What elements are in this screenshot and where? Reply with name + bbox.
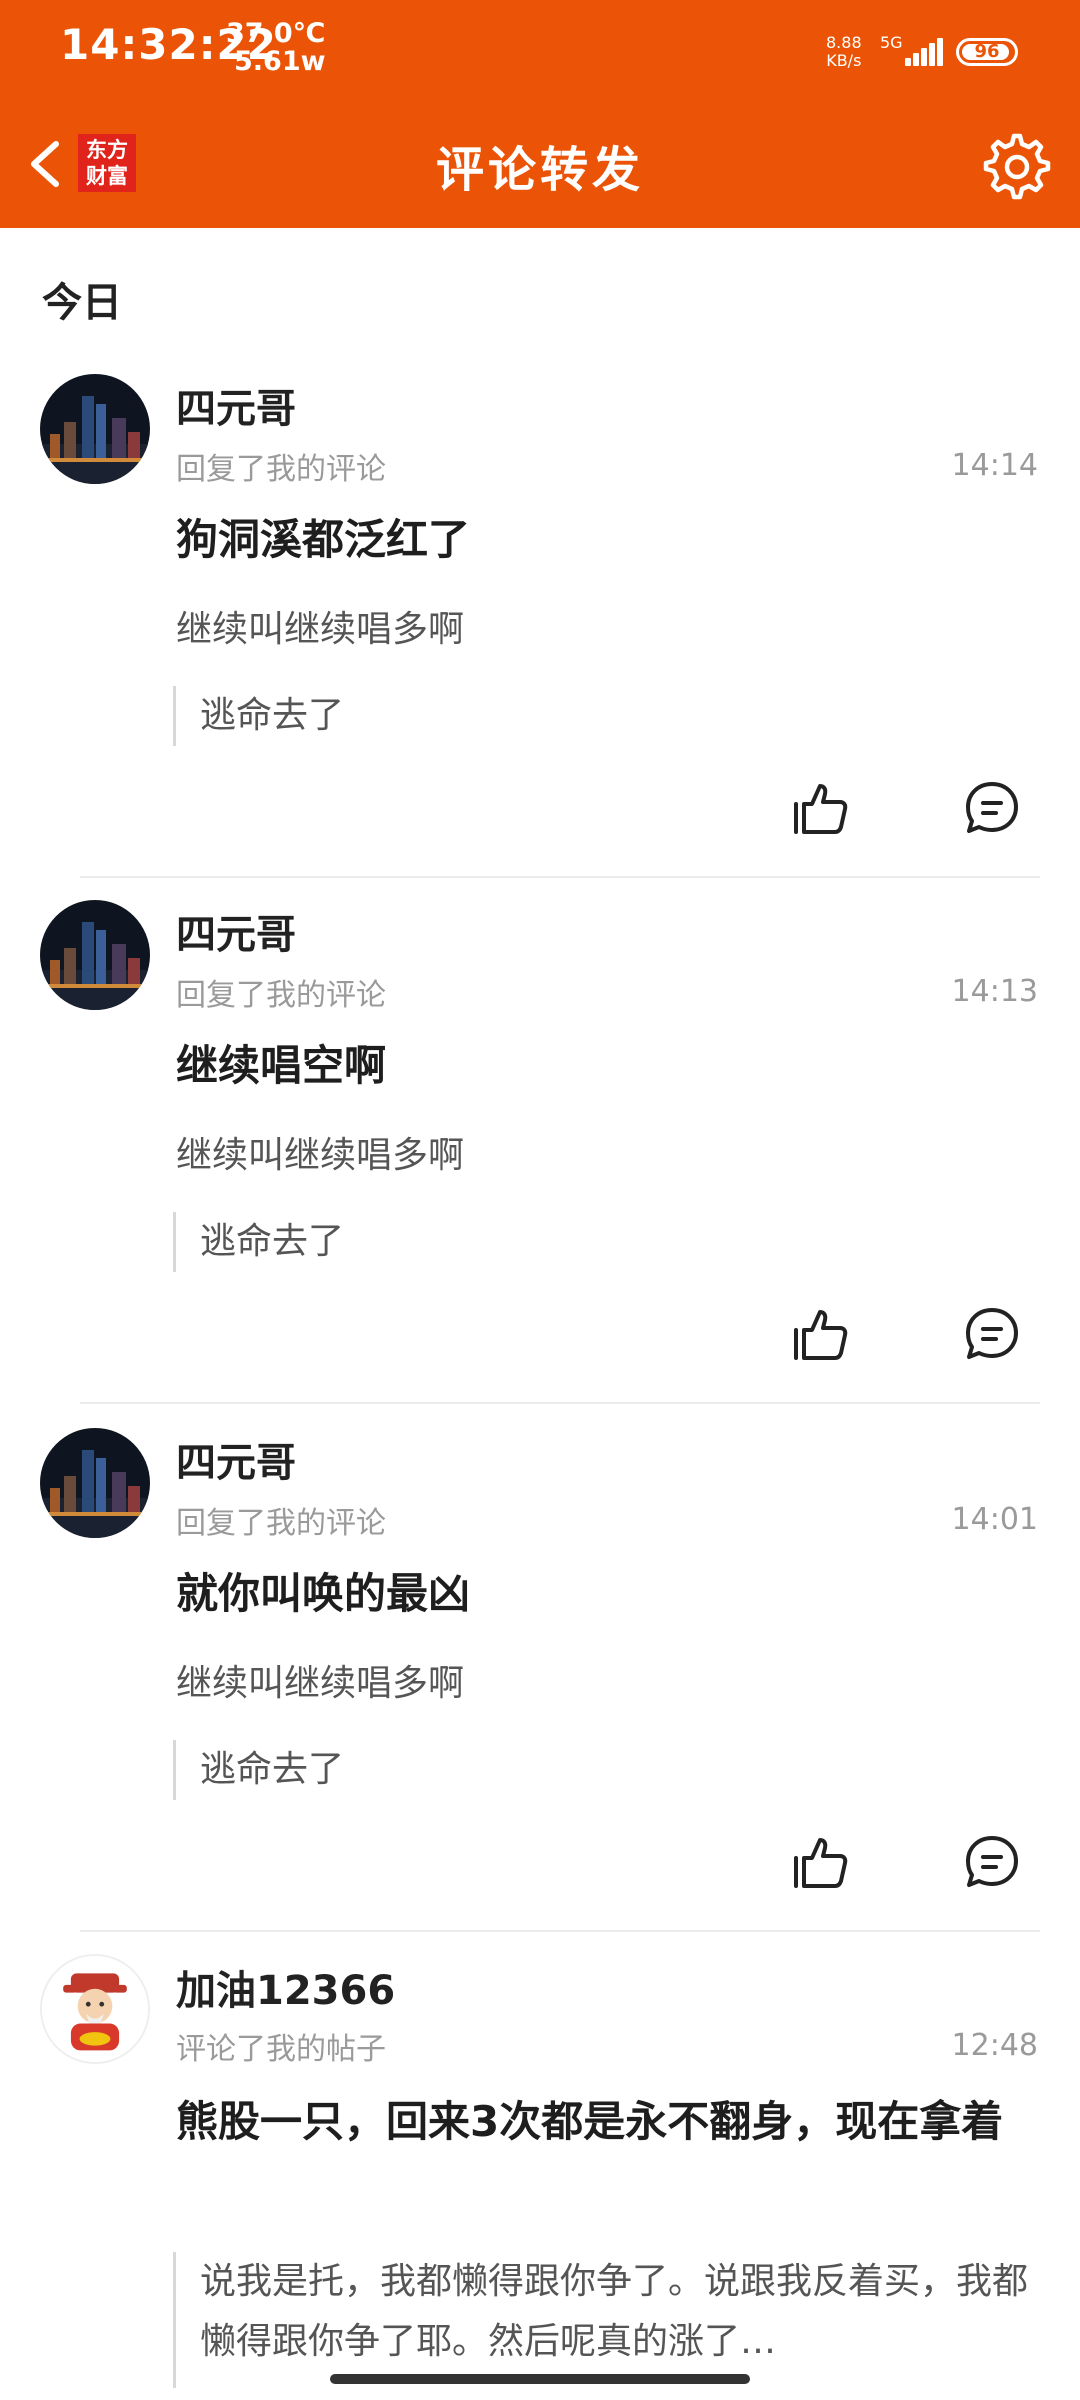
battery-level: 96	[974, 41, 1000, 62]
reply-content: 继续唱空啊	[176, 1041, 387, 1090]
timestamp: 14:13	[951, 974, 1038, 1009]
god-of-wealth-avatar-icon	[42, 1956, 148, 2062]
timestamp: 12:48	[951, 2028, 1038, 2063]
divider	[80, 876, 1040, 878]
like-thumbs-up-icon[interactable]	[790, 1304, 850, 1364]
quoted-text[interactable]: 逃命去了	[173, 1212, 1033, 1272]
network-speed: 8.88 KB/s	[826, 34, 862, 70]
divider	[80, 1930, 1040, 1932]
timestamp: 14:14	[951, 448, 1038, 483]
action-text: 回复了我的评论	[176, 978, 386, 1013]
top-bar: 14:32:22 37.0℃ 5.61w 8.88 KB/s 5G 96 东方 …	[0, 0, 1080, 228]
reply-comment-icon[interactable]	[962, 1304, 1022, 1364]
username[interactable]: 四元哥	[176, 376, 296, 434]
status-bar: 14:32:22 37.0℃ 5.61w 8.88 KB/s 5G 96	[0, 0, 1080, 100]
battery-icon: 96	[956, 38, 1018, 66]
reply-comment-icon[interactable]	[962, 778, 1022, 838]
username[interactable]: 四元哥	[176, 902, 296, 960]
quoted-text[interactable]: 逃命去了	[173, 686, 1033, 746]
action-text: 回复了我的评论	[176, 452, 386, 487]
avatar[interactable]	[40, 1954, 150, 2064]
nav-bar: 东方 财富 评论转发	[0, 100, 1080, 228]
my-comment[interactable]: 继续叫继续唱多啊	[176, 600, 464, 652]
my-comment[interactable]: 继续叫继续唱多啊	[176, 1126, 464, 1178]
like-thumbs-up-icon[interactable]	[790, 1832, 850, 1892]
timestamp: 14:01	[951, 1502, 1038, 1537]
network-speed-unit: KB/s	[826, 51, 862, 70]
reply-content: 就你叫唤的最凶	[176, 1569, 471, 1618]
reply-content: 狗洞溪都泛红了	[176, 515, 471, 564]
avatar[interactable]	[40, 374, 150, 484]
settings-gear-icon[interactable]	[982, 132, 1052, 202]
like-thumbs-up-icon[interactable]	[790, 778, 850, 838]
status-power: 5.61w	[234, 46, 326, 77]
divider	[80, 1402, 1040, 1404]
signal-icon	[905, 38, 943, 66]
section-label-today: 今日	[42, 280, 122, 326]
username[interactable]: 加油12366	[176, 1958, 395, 2016]
network-speed-value: 8.88	[826, 33, 862, 52]
my-comment[interactable]: 继续叫继续唱多啊	[176, 1654, 464, 1706]
network-type: 5G	[880, 33, 903, 52]
status-temp-power: 37.0℃ 5.61w	[226, 20, 326, 76]
avatar-image	[40, 900, 150, 1010]
avatar-image	[40, 1428, 150, 1538]
comment-content: 熊股一只，回来3次都是永不翻身，现在拿着	[176, 2097, 1004, 2146]
quoted-text[interactable]: 逃命去了	[173, 1740, 1033, 1800]
avatar[interactable]	[40, 900, 150, 1010]
action-text: 评论了我的帖子	[176, 2032, 386, 2067]
username[interactable]: 四元哥	[176, 1430, 296, 1488]
status-temperature: 37.0℃	[226, 18, 326, 49]
home-indicator[interactable]	[330, 2374, 750, 2384]
avatar-image	[40, 374, 150, 484]
reply-comment-icon[interactable]	[962, 1832, 1022, 1892]
quoted-post[interactable]: 说我是托，我都懒得跟你争了。说跟我反着买，我都懒得跟你争了耶。然后呢真的涨了…	[173, 2252, 1033, 2388]
avatar[interactable]	[40, 1428, 150, 1538]
action-text: 回复了我的评论	[176, 1506, 386, 1541]
page-title: 评论转发	[435, 142, 644, 198]
